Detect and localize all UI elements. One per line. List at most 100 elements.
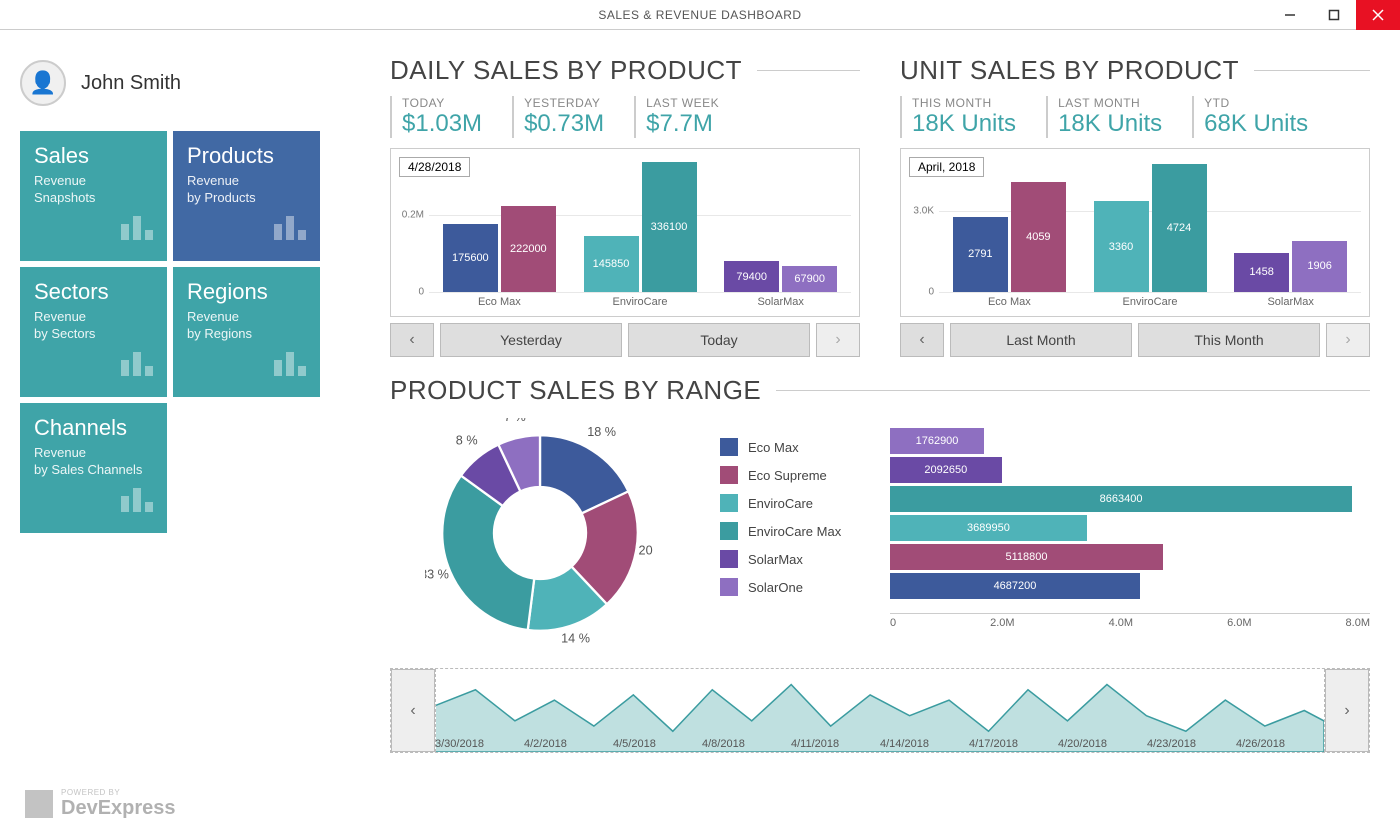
tile-subtitle: Revenueby Regions — [187, 309, 306, 343]
legend-label: Eco Max — [748, 440, 799, 455]
legend-label: EnviroCare — [748, 496, 813, 511]
bar-group: 1458 1906 — [1220, 157, 1361, 292]
tile-title: Products — [187, 143, 306, 169]
hbar-value: 2092650 — [924, 464, 967, 476]
close-button[interactable] — [1356, 0, 1400, 30]
hbar-x-tick: 2.0M — [990, 617, 1014, 629]
x-category: Eco Max — [429, 292, 570, 308]
bar-chart-icon — [115, 340, 157, 387]
x-category: SolarMax — [710, 292, 851, 308]
timeline-tick: 4/8/2018 — [702, 738, 791, 750]
legend-label: SolarOne — [748, 580, 803, 595]
timeline-tick: 4/11/2018 — [791, 738, 880, 750]
legend-item: Eco Max — [720, 438, 860, 456]
range-legend: Eco MaxEco SupremeEnviroCareEnviroCare M… — [720, 418, 860, 648]
unit-lastmonth-button[interactable]: Last Month — [950, 323, 1132, 357]
pie-label: 33 % — [425, 568, 449, 582]
stat-block: YTD 68K Units — [1192, 96, 1308, 138]
sidebar: 👤 John Smith Sales RevenueSnapshots Prod… — [0, 30, 360, 830]
bar: 3360 — [1094, 201, 1149, 292]
tile-title: Channels — [34, 415, 153, 441]
arrows-icon — [115, 476, 157, 523]
tile-products[interactable]: Products Revenueby Products — [173, 131, 320, 261]
globe-icon — [268, 340, 310, 387]
tile-subtitle: Revenueby Sales Channels — [34, 445, 153, 479]
tile-channels[interactable]: Channels Revenueby Sales Channels — [20, 403, 167, 533]
pie-slice — [442, 476, 534, 630]
tile-sales[interactable]: Sales RevenueSnapshots — [20, 131, 167, 261]
unit-next-arrow[interactable]: › — [1326, 323, 1370, 357]
tile-title: Sectors — [34, 279, 153, 305]
stat-block: THIS MONTH 18K Units — [900, 96, 1016, 138]
hbar: 8663400 — [890, 486, 1352, 512]
bar-group: 175600 222000 — [429, 157, 570, 292]
bar: 1906 — [1292, 241, 1347, 292]
user-block: 👤 John Smith — [20, 60, 340, 106]
footer-brand: DevExpress — [61, 797, 176, 820]
stat-value: 18K Units — [1058, 110, 1162, 138]
bar-value: 222000 — [510, 243, 547, 255]
hbar: 4687200 — [890, 573, 1140, 599]
tile-regions[interactable]: Regions Revenueby Regions — [173, 267, 320, 397]
daily-prev-arrow[interactable]: ‹ — [390, 323, 434, 357]
timeline-tick: 4/14/2018 — [880, 738, 969, 750]
footer-tag: POWERED BY — [61, 788, 176, 797]
bar-value: 4059 — [1026, 231, 1050, 243]
minimize-button[interactable] — [1268, 0, 1312, 30]
unit-thismonth-button[interactable]: This Month — [1138, 323, 1320, 357]
daily-sales-title: DAILY SALES BY PRODUCT — [390, 55, 742, 86]
unit-sales-panel: UNIT SALES BY PRODUCT THIS MONTH 18K Uni… — [900, 55, 1370, 357]
daily-sales-panel: DAILY SALES BY PRODUCT TODAY $1.03MYESTE… — [390, 55, 860, 357]
bar-value: 2791 — [968, 248, 992, 260]
daily-next-arrow[interactable]: › — [816, 323, 860, 357]
bar: 175600 — [443, 224, 498, 292]
y-tick: 0.2M — [399, 209, 427, 220]
hbar-row: 1762900 — [890, 428, 1370, 454]
legend-swatch — [720, 494, 738, 512]
legend-swatch — [720, 550, 738, 568]
timeline-range-selector[interactable]: ‹ › 3/30/20184/2/20184/5/20184/8/20184/1… — [390, 668, 1370, 753]
bar-value: 1906 — [1307, 260, 1331, 272]
avatar: 👤 — [20, 60, 66, 106]
bar: 336100 — [642, 162, 697, 292]
x-category: EnviroCare — [1080, 292, 1221, 308]
tile-sectors[interactable]: Sectors Revenueby Sectors — [20, 267, 167, 397]
bar-value: 145850 — [593, 258, 630, 270]
daily-today-button[interactable]: Today — [628, 323, 810, 357]
pie-label: 8 % — [456, 433, 478, 447]
legend-item: EnviroCare Max — [720, 522, 860, 540]
y-tick: 0 — [909, 287, 937, 298]
stat-label: LAST WEEK — [646, 96, 719, 110]
unit-sales-chart: April, 2018 0 3.0K 2791 4059 33604724 1458 190… — [900, 148, 1370, 317]
hbar: 1762900 — [890, 428, 984, 454]
timeline-prev-arrow[interactable]: ‹ — [391, 669, 435, 752]
stat-block: TODAY $1.03M — [390, 96, 482, 138]
tile-subtitle: RevenueSnapshots — [34, 173, 153, 207]
unit-date-badge: April, 2018 — [909, 157, 984, 177]
bar-group: 33604724 — [1080, 157, 1221, 292]
unit-prev-arrow[interactable]: ‹ — [900, 323, 944, 357]
maximize-button[interactable] — [1312, 0, 1356, 30]
timeline-tick: 4/2/2018 — [524, 738, 613, 750]
window-title: SALES & REVENUE DASHBOARD — [0, 8, 1400, 22]
stat-label: LAST MONTH — [1058, 96, 1162, 110]
bar-group: 145850 336100 — [570, 157, 711, 292]
timeline-tick: 4/5/2018 — [613, 738, 702, 750]
legend-item: SolarOne — [720, 578, 860, 596]
y-tick: 3.0K — [909, 206, 937, 217]
tile-subtitle: Revenueby Sectors — [34, 309, 153, 343]
bar: 67900 — [782, 266, 837, 292]
timeline-next-arrow[interactable]: › — [1325, 669, 1369, 752]
timeline-tick: 4/23/2018 — [1147, 738, 1236, 750]
daily-yesterday-button[interactable]: Yesterday — [440, 323, 622, 357]
titlebar: SALES & REVENUE DASHBOARD — [0, 0, 1400, 30]
legend-label: SolarMax — [748, 552, 803, 567]
daily-date-badge: 4/28/2018 — [399, 157, 470, 177]
user-name: John Smith — [81, 72, 181, 95]
stat-label: THIS MONTH — [912, 96, 1016, 110]
hbar-row: 5118800 — [890, 544, 1370, 570]
y-tick: 0 — [399, 287, 427, 298]
bar: 1458 — [1234, 253, 1289, 292]
hbar-row: 2092650 — [890, 457, 1370, 483]
hbar: 5118800 — [890, 544, 1163, 570]
